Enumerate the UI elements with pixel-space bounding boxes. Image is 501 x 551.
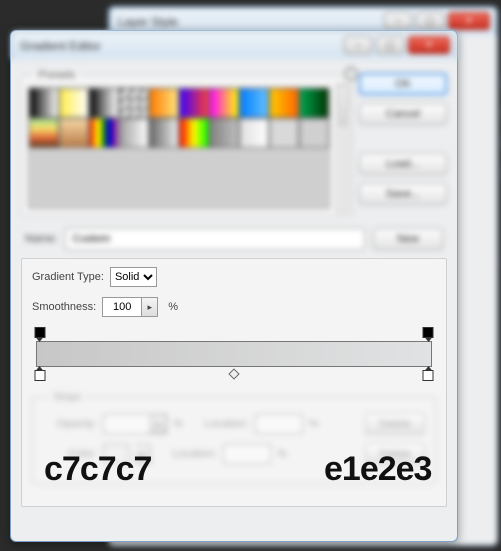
preset-swatch[interactable] (149, 88, 179, 118)
preset-swatch[interactable] (209, 118, 239, 148)
minimize-button[interactable]: – (344, 36, 372, 54)
percent-sign: % (309, 418, 319, 430)
preset-swatch[interactable] (209, 88, 239, 118)
preset-swatch[interactable] (29, 118, 59, 148)
name-label: Name: (25, 233, 57, 245)
preset-swatch[interactable] (149, 118, 179, 148)
opacity-stop[interactable] (423, 327, 434, 338)
delete-color-stop-button[interactable]: Delete (365, 443, 425, 465)
preset-swatch[interactable] (239, 88, 269, 118)
location-label: Location: (189, 418, 249, 430)
preset-swatch[interactable] (179, 118, 209, 148)
opacity-location-input[interactable] (255, 414, 303, 434)
midpoint-handle[interactable] (228, 368, 239, 379)
gradient-editor-window: Gradient Editor – ▢ ✕ Presets (10, 30, 458, 542)
gear-icon[interactable] (344, 67, 358, 81)
gradient-editor-strip (36, 327, 432, 381)
opacity-stop[interactable] (34, 327, 45, 338)
color-label: Color: (43, 448, 97, 460)
smoothness-label: Smoothness: (32, 301, 96, 313)
load-button[interactable]: Load... (359, 153, 447, 175)
preset-swatch[interactable] (269, 118, 299, 148)
preset-swatch[interactable] (119, 118, 149, 148)
opacity-label: Opacity: (43, 418, 97, 430)
name-input[interactable] (65, 228, 365, 250)
color-swatch[interactable] (103, 444, 129, 464)
close-button[interactable]: ✕ (448, 12, 490, 30)
preset-swatch[interactable] (89, 118, 119, 148)
close-button[interactable]: ✕ (408, 36, 450, 54)
dialog-side-buttons: OK Cancel Load... Save... (359, 69, 447, 226)
preset-swatch[interactable] (179, 88, 209, 118)
save-button[interactable]: Save... (359, 183, 447, 205)
percent-sign: % (277, 448, 287, 460)
gradient-type-select[interactable]: Solid (110, 267, 157, 287)
percent-sign: % (168, 301, 178, 313)
preset-swatch[interactable] (119, 88, 149, 118)
name-row: Name: New (21, 226, 447, 258)
presets-label: Presets (34, 69, 79, 81)
ok-button[interactable]: OK (359, 73, 447, 95)
maximize-button[interactable]: ▢ (376, 36, 404, 54)
stops-fieldset: Stops Opacity: ▸ % Location: % Delete Co… (32, 391, 436, 484)
preset-swatch[interactable] (59, 118, 89, 148)
preset-swatch[interactable] (269, 88, 299, 118)
stops-label: Stops (49, 391, 85, 403)
presets-grid[interactable] (28, 87, 330, 209)
opacity-input[interactable] (103, 414, 151, 434)
preset-swatch[interactable] (239, 118, 269, 148)
preset-swatch[interactable] (299, 88, 329, 118)
gradient-editor-titlebar[interactable]: Gradient Editor – ▢ ✕ (11, 31, 457, 59)
color-location-input[interactable] (223, 444, 271, 464)
gradient-type-label: Gradient Type: (32, 271, 104, 283)
gradient-bar[interactable] (36, 341, 432, 367)
smoothness-input[interactable] (102, 297, 142, 317)
minimize-button[interactable]: – (384, 12, 412, 30)
new-button[interactable]: New (373, 228, 443, 250)
preset-swatch[interactable] (299, 118, 329, 148)
maximize-button[interactable]: ▢ (416, 12, 444, 30)
percent-sign: % (173, 418, 183, 430)
opacity-stepper[interactable]: ▸ (151, 414, 167, 434)
delete-opacity-stop-button[interactable]: Delete (365, 413, 425, 435)
color-stop-left[interactable] (34, 370, 45, 381)
location-label: Location: (157, 448, 217, 460)
color-picker-button[interactable]: ▸ (135, 444, 151, 464)
preset-swatch[interactable] (29, 88, 59, 118)
preset-swatch[interactable] (89, 88, 119, 118)
presets-fieldset: Presets (21, 69, 353, 216)
color-stop-right[interactable] (423, 370, 434, 381)
preset-swatch[interactable] (59, 88, 89, 118)
cancel-button[interactable]: Cancel (359, 103, 447, 125)
gradient-type-fieldset: Gradient Type: Solid Smoothness: ▸ % (21, 258, 447, 507)
smoothness-stepper[interactable]: ▸ (142, 297, 158, 317)
